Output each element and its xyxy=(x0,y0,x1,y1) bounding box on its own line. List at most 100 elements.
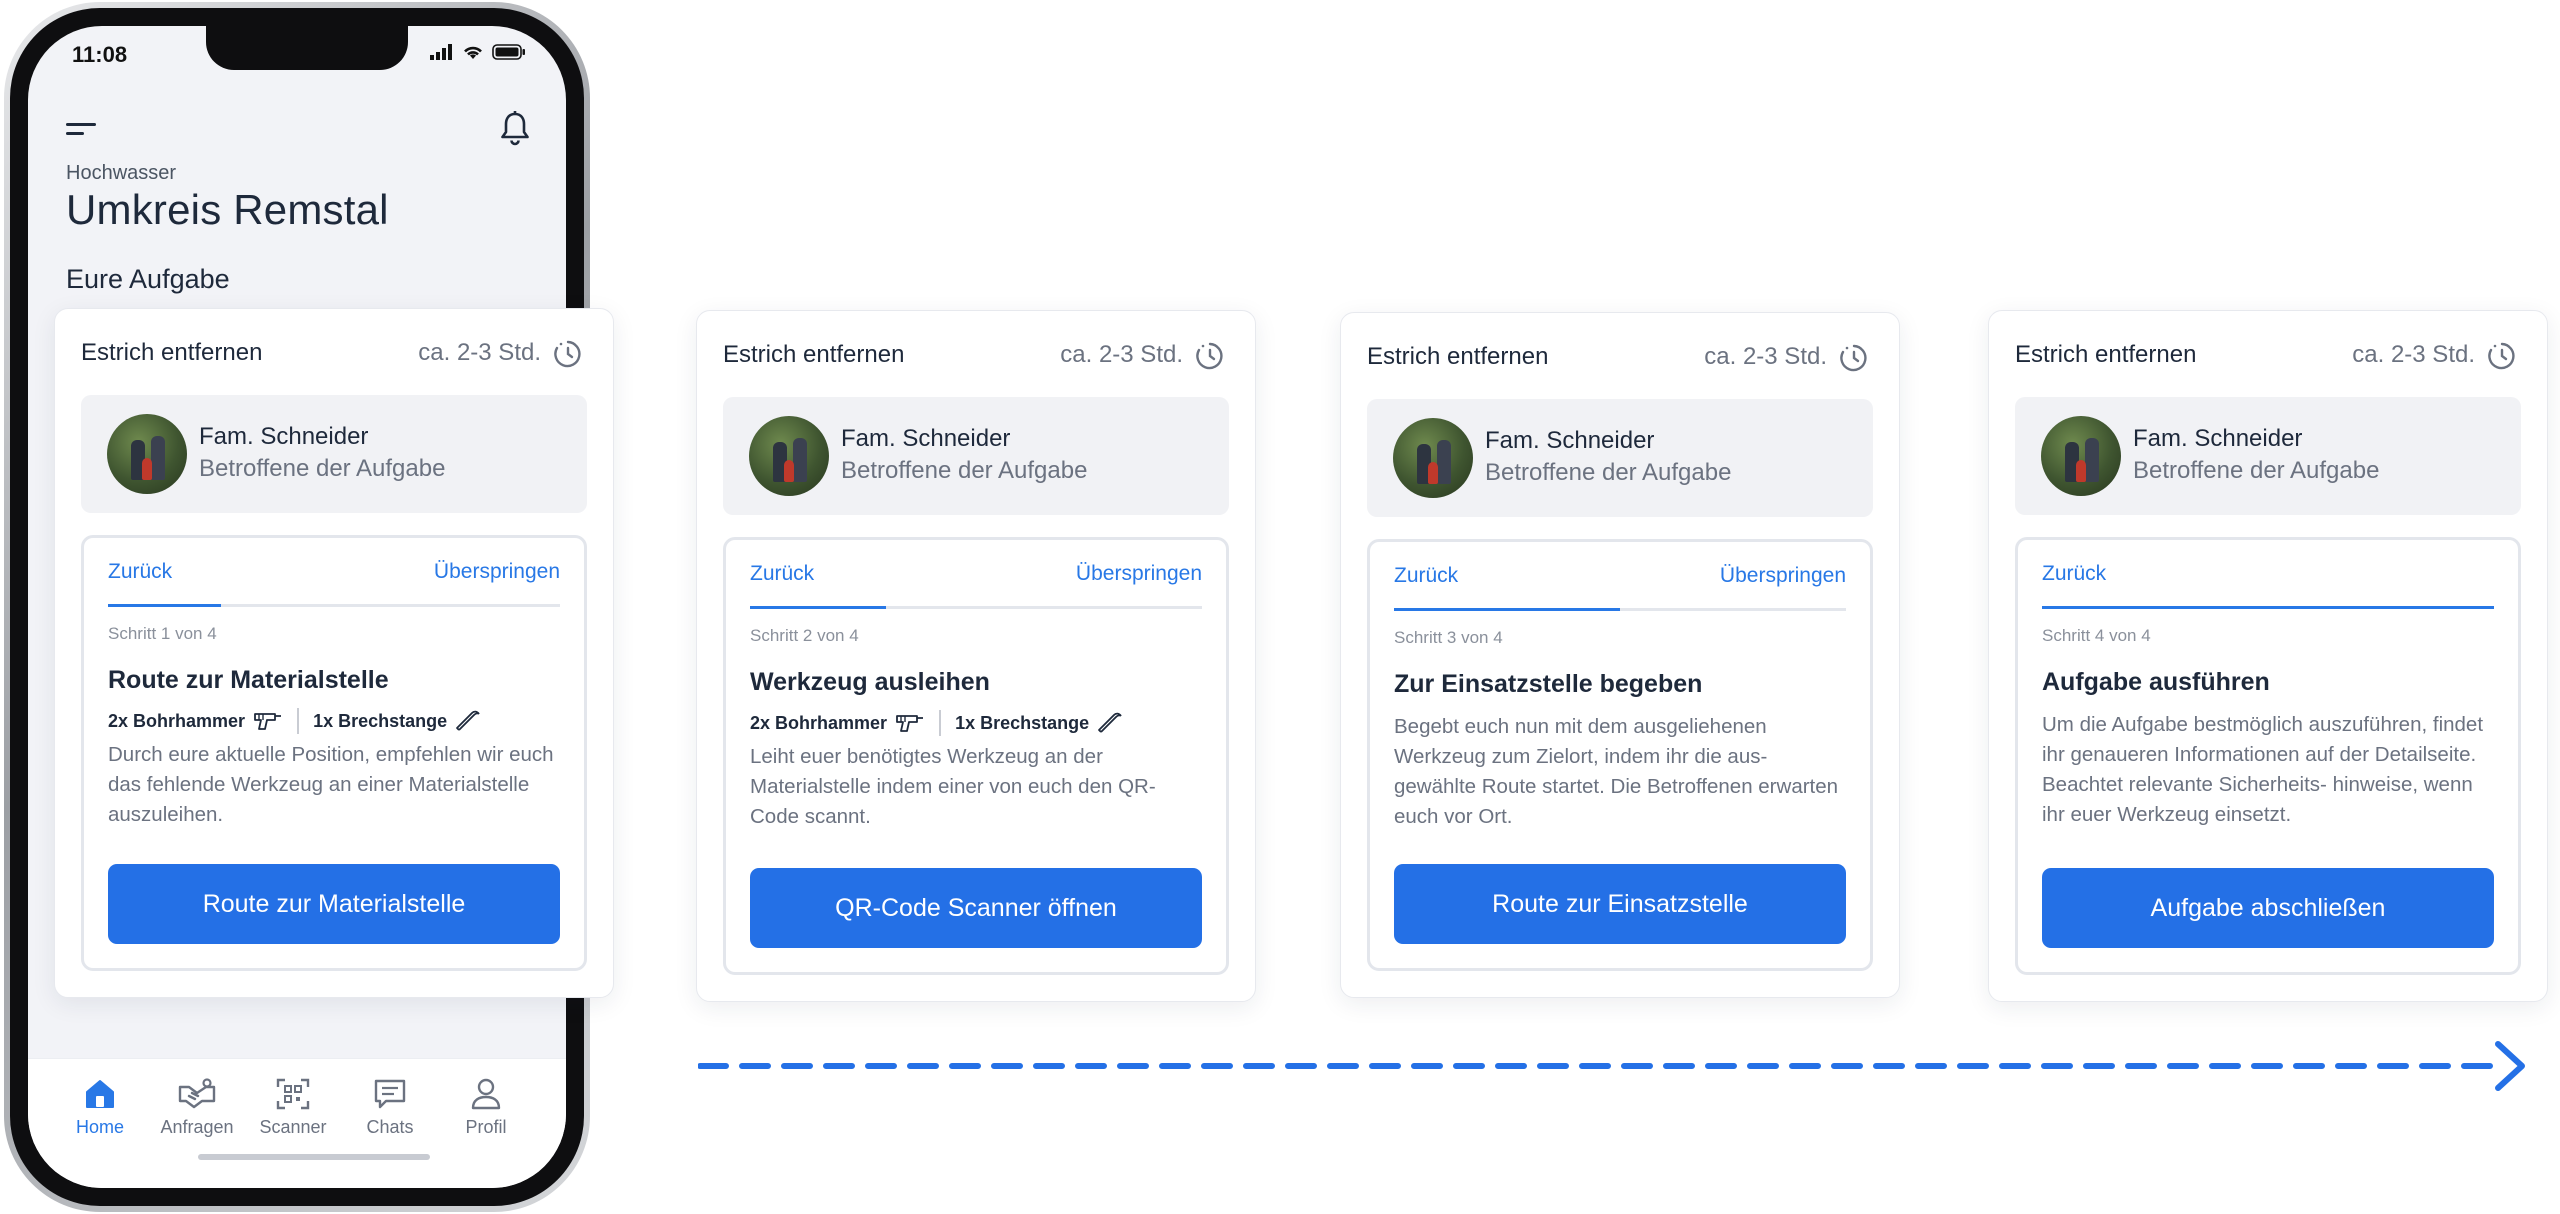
person-name: Fam. Schneider xyxy=(841,425,1011,452)
bell-icon[interactable] xyxy=(498,110,532,146)
person-role: Betroffene der Aufgabe xyxy=(841,457,1088,484)
step-panel: Zurück Überspringen Schritt 3 von 4 Zur … xyxy=(1367,539,1873,971)
step-count: Schritt 1 von 4 xyxy=(108,624,217,643)
task-duration: ca. 2-3 Std. xyxy=(418,339,541,366)
clock-icon xyxy=(1840,344,1867,372)
step-progress xyxy=(750,606,1202,609)
skip-link[interactable]: Überspringen xyxy=(1076,562,1202,586)
tab-profil[interactable]: Profil xyxy=(441,1077,531,1138)
qr-scanner-button[interactable]: QR-Code Scanner öffnen xyxy=(750,868,1202,948)
menu-icon[interactable] xyxy=(66,121,98,139)
page-subtitle: Hochwasser xyxy=(66,162,177,184)
step-progress xyxy=(1394,608,1846,611)
step-progress xyxy=(2042,606,2494,609)
task-card-step-4: Estrich entfernen ca. 2-3 Std. Fam. Schn… xyxy=(1988,310,2548,1002)
complete-task-button[interactable]: Aufgabe abschließen xyxy=(2042,868,2494,948)
back-link[interactable]: Zurück xyxy=(1394,564,1458,588)
crowbar-icon xyxy=(1098,712,1122,733)
tab-label: Scanner xyxy=(259,1117,327,1137)
tool-list: 2x Bohrhammer 1x Brechstange xyxy=(108,708,481,734)
task-card-step-3: Estrich entfernen ca. 2-3 Std. Fam. Schn… xyxy=(1340,312,1900,998)
step-count: Schritt 4 von 4 xyxy=(2042,626,2151,645)
card-header: Estrich entfernen ca. 2-3 Std. xyxy=(81,335,587,375)
step-progress-fill xyxy=(1394,608,1620,611)
avatar xyxy=(749,416,829,496)
step-title: Route zur Materialstelle xyxy=(108,666,389,694)
step-progress-fill xyxy=(108,604,221,607)
tool-item: 2x Bohrhammer xyxy=(750,712,925,734)
step-description: Begebt euch nun mit dem ausgeliehenen We… xyxy=(1394,715,1839,828)
step-progress-fill xyxy=(2042,606,2494,609)
card-header: Estrich entfernen ca. 2-3 Std. xyxy=(1367,339,1873,379)
step-panel: Zurück Überspringen Schritt 1 von 4 Rout… xyxy=(81,535,587,971)
task-title: Estrich entfernen xyxy=(1367,343,1549,370)
route-to-material-button[interactable]: Route zur Materialstelle xyxy=(108,864,560,944)
tab-home[interactable]: Home xyxy=(55,1077,145,1138)
route-to-site-button[interactable]: Route zur Einsatzstelle xyxy=(1394,864,1846,944)
step-title: Werkzeug ausleihen xyxy=(750,668,990,696)
step-progress xyxy=(108,604,560,607)
affected-person[interactable]: Fam. Schneider Betroffene der Aufgabe xyxy=(81,395,587,513)
handshake-icon xyxy=(178,1078,216,1109)
home-indicator xyxy=(198,1154,430,1160)
clock-icon xyxy=(554,340,581,368)
task-duration: ca. 2-3 Std. xyxy=(1704,343,1827,370)
chat-icon xyxy=(374,1079,406,1109)
back-link[interactable]: Zurück xyxy=(750,562,814,586)
tab-label: Home xyxy=(75,1117,124,1137)
user-icon xyxy=(471,1078,501,1110)
tab-anfragen[interactable]: Anfragen xyxy=(152,1077,242,1138)
tab-bar: Home Anfragen Scanner Chats Profil xyxy=(28,1058,566,1188)
battery-icon xyxy=(492,44,526,65)
section-heading: Eure Aufgabe xyxy=(66,264,230,294)
affected-person[interactable]: Fam. Schneider Betroffene der Aufgabe xyxy=(1367,399,1873,517)
person-name: Fam. Schneider xyxy=(1485,427,1655,454)
flow-arrow xyxy=(698,1041,2525,1091)
card-header: Estrich entfernen ca. 2-3 Std. xyxy=(723,337,1229,377)
tool-separator xyxy=(297,708,300,734)
status-icons xyxy=(430,44,526,65)
tab-label: Chats xyxy=(366,1117,414,1137)
person-role: Betroffene der Aufgabe xyxy=(1485,459,1732,486)
page-title: Umkreis Remstal xyxy=(66,186,389,233)
tool-label: 1x Brechstange xyxy=(313,710,448,731)
task-title: Estrich entfernen xyxy=(2015,341,2197,368)
task-duration: ca. 2-3 Std. xyxy=(1060,341,1183,368)
avatar xyxy=(107,414,187,494)
person-role: Betroffene der Aufgabe xyxy=(2133,457,2380,484)
back-link[interactable]: Zurück xyxy=(2042,562,2106,586)
step-title: Zur Einsatzstelle begeben xyxy=(1394,670,1703,698)
tab-label: Profil xyxy=(465,1117,507,1137)
tool-separator xyxy=(939,710,942,736)
step-panel: Zurück Überspringen Schritt 2 von 4 Werk… xyxy=(723,537,1229,975)
person-name: Fam. Schneider xyxy=(2133,425,2303,452)
skip-link[interactable]: Überspringen xyxy=(434,560,560,584)
clock-icon xyxy=(2488,342,2515,370)
tab-label: Anfragen xyxy=(160,1117,234,1137)
avatar xyxy=(1393,418,1473,498)
task-title: Estrich entfernen xyxy=(723,341,905,368)
qr-scanner-icon xyxy=(276,1078,310,1110)
tab-chats[interactable]: Chats xyxy=(345,1077,435,1138)
affected-person[interactable]: Fam. Schneider Betroffene der Aufgabe xyxy=(723,397,1229,515)
step-description: Durch eure aktuelle Position, empfehlen … xyxy=(108,743,554,826)
step-description: Um die Aufgabe bestmöglich auszuführen, … xyxy=(2042,713,2484,826)
tool-item: 1x Brechstange xyxy=(313,709,481,733)
drill-icon xyxy=(254,713,282,730)
card-header: Estrich entfernen ca. 2-3 Std. xyxy=(2015,337,2521,377)
task-duration: ca. 2-3 Std. xyxy=(2352,341,2475,368)
step-panel: Zurück Schritt 4 von 4 Aufgabe ausführen… xyxy=(2015,537,2521,975)
tool-label: 1x Brechstange xyxy=(955,712,1090,733)
task-title: Estrich entfernen xyxy=(81,339,263,366)
tool-item: 2x Bohrhammer xyxy=(108,710,283,732)
task-card-step-2: Estrich entfernen ca. 2-3 Std. Fam. Schn… xyxy=(696,310,1256,1002)
back-link[interactable]: Zurück xyxy=(108,560,172,584)
home-icon xyxy=(86,1080,114,1108)
tool-list: 2x Bohrhammer 1x Brechstange xyxy=(750,710,1123,736)
person-name: Fam. Schneider xyxy=(199,423,369,450)
skip-link[interactable]: Überspringen xyxy=(1720,564,1846,588)
affected-person[interactable]: Fam. Schneider Betroffene der Aufgabe xyxy=(2015,397,2521,515)
drill-icon xyxy=(896,715,924,732)
status-time: 11:08 xyxy=(72,42,128,67)
tab-scanner[interactable]: Scanner xyxy=(248,1077,338,1138)
